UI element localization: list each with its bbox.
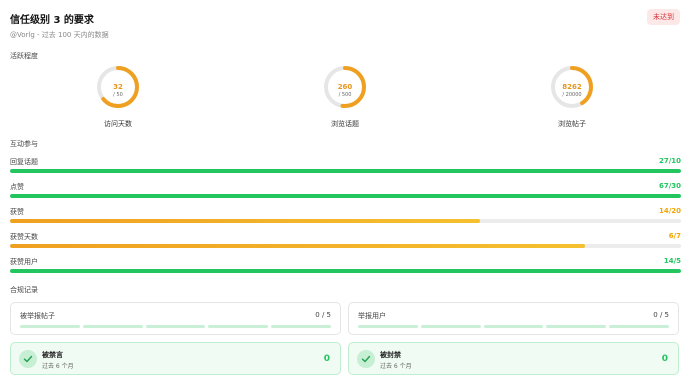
check-circle-icon <box>19 350 37 368</box>
ok-count: 0 <box>323 354 330 364</box>
ring-topics-viewed: 260 / 500 浏览话题 <box>305 64 385 130</box>
ring-max: / 20000 <box>562 92 582 98</box>
page-subtitle: @Vorlg - 过去 100 天内的数据 <box>10 31 109 39</box>
card-value: 0 / 5 <box>653 311 669 319</box>
progress-fill <box>10 269 681 273</box>
ok-title: 被封禁 <box>380 351 401 359</box>
segment-bar <box>358 325 669 328</box>
suspended-card: 被封禁 过去 6 个月 0 <box>348 342 679 375</box>
bar-value: 6/7 <box>668 232 681 240</box>
progress-fill <box>10 194 681 198</box>
ring-label: 浏览话题 <box>331 120 359 128</box>
bar-value: 14/5 <box>663 257 681 265</box>
bar-liked-days: 获赞天数 6/7 <box>10 232 681 252</box>
ok-title: 被禁言 <box>42 351 63 359</box>
ring-visit-days: 32 / 50 访问天数 <box>78 64 158 130</box>
compliance-section-label: 合规记录 <box>10 286 38 294</box>
card-title: 举报用户 <box>358 312 386 320</box>
bar-likes-given: 点赞 67/30 <box>10 182 681 202</box>
segment <box>420 325 481 328</box>
progress-fill <box>10 219 480 223</box>
bar-label: 获赞天数 <box>10 233 38 241</box>
segment <box>145 325 206 328</box>
ring-max: / 50 <box>113 92 123 98</box>
ring-posts-viewed: 8262 / 20000 浏览帖子 <box>532 64 612 130</box>
segment <box>20 325 80 328</box>
activity-section-label: 活跃程度 <box>10 52 38 60</box>
progress-track <box>10 194 681 198</box>
status-badge: 未达到 <box>647 9 680 25</box>
reported-users-card: 举报用户 0 / 5 <box>348 302 679 335</box>
bar-replies: 回复话题 27/10 <box>10 157 681 177</box>
bar-likes-received: 获赞 14/20 <box>10 207 681 227</box>
progress-fill <box>10 244 586 248</box>
ok-subtitle: 过去 6 个月 <box>42 363 74 370</box>
segment-bar <box>20 325 331 328</box>
segment <box>546 325 607 328</box>
activity-rings: 32 / 50 访问天数 260 / 500 浏览话题 8262 / 20000… <box>0 64 690 130</box>
reported-posts-card: 被举报帖子 0 / 5 <box>10 302 341 335</box>
segment <box>609 325 669 328</box>
page-title: 信任级别 3 的要求 <box>10 15 94 26</box>
ring-value: 260 <box>337 83 353 91</box>
progress-track <box>10 169 681 173</box>
ok-subtitle: 过去 6 个月 <box>380 363 412 370</box>
bar-value: 67/30 <box>658 182 681 190</box>
card-value: 0 / 5 <box>315 311 331 319</box>
progress-fill <box>10 169 681 173</box>
ring-label: 浏览帖子 <box>558 120 586 128</box>
ring-value: 32 <box>113 83 123 91</box>
segment <box>82 325 143 328</box>
ring-value: 8262 <box>562 83 582 91</box>
check-circle-icon <box>357 350 375 368</box>
interaction-section-label: 互动参与 <box>10 140 38 148</box>
bar-label: 获赞用户 <box>10 258 38 266</box>
bar-value: 14/20 <box>658 207 681 215</box>
progress-track <box>10 219 681 223</box>
segment <box>483 325 544 328</box>
ring-max: / 500 <box>338 92 352 98</box>
bar-value: 27/10 <box>658 157 681 165</box>
bar-label: 获赞 <box>10 208 24 216</box>
bar-liked-users: 获赞用户 14/5 <box>10 257 681 277</box>
segment <box>208 325 269 328</box>
header: 信任级别 3 的要求 @Vorlg - 过去 100 天内的数据 未达到 <box>10 9 680 49</box>
bar-label: 点赞 <box>10 183 24 191</box>
card-title: 被举报帖子 <box>20 312 55 320</box>
progress-track <box>10 244 681 248</box>
ring-label: 访问天数 <box>104 120 132 128</box>
bar-label: 回复话题 <box>10 158 38 166</box>
progress-track <box>10 269 681 273</box>
ok-count: 0 <box>661 354 668 364</box>
segment <box>271 325 331 328</box>
silenced-card: 被禁言 过去 6 个月 0 <box>10 342 341 375</box>
segment <box>358 325 418 328</box>
